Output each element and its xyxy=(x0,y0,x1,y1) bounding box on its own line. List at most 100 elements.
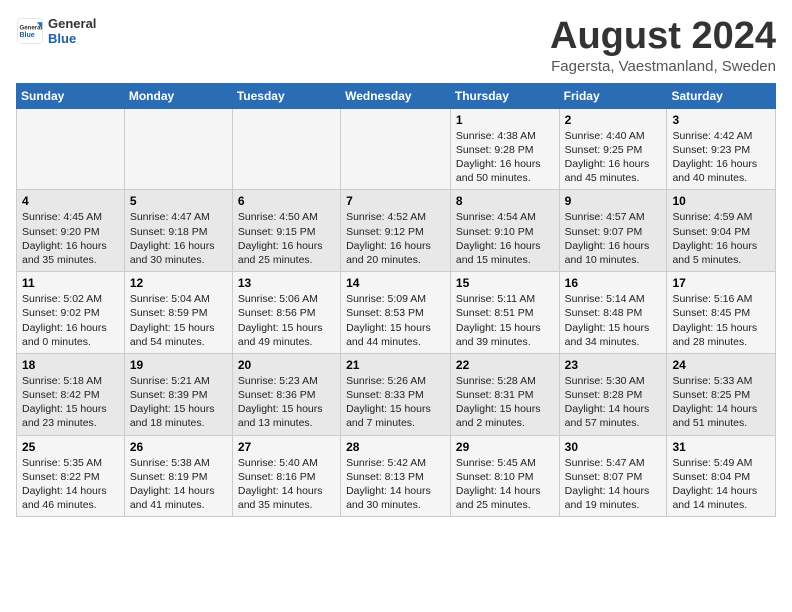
day-cell: 3 Sunrise: 4:42 AM Sunset: 9:23 PM Daylig… xyxy=(667,108,776,190)
day-number: 16 xyxy=(565,276,662,290)
day-cell: 10 Sunrise: 4:59 AM Sunset: 9:04 PM Dayli… xyxy=(667,190,776,272)
day-cell: 20 Sunrise: 5:23 AM Sunset: 8:36 PM Dayli… xyxy=(232,353,340,435)
day-cell: 28 Sunrise: 5:42 AM Sunset: 8:13 PM Dayli… xyxy=(341,435,451,517)
day-info: Sunrise: 5:18 AM Sunset: 8:42 PM Dayligh… xyxy=(22,374,119,431)
day-cell xyxy=(124,108,232,190)
weekday-header-thursday: Thursday xyxy=(450,83,559,108)
day-number: 10 xyxy=(672,194,770,208)
weekday-header-row: SundayMondayTuesdayWednesdayThursdayFrid… xyxy=(17,83,776,108)
day-cell: 18Sunrise: 5:18 AM Sunset: 8:42 PM Dayli… xyxy=(17,353,125,435)
day-cell: 5 Sunrise: 4:47 AM Sunset: 9:18 PM Daylig… xyxy=(124,190,232,272)
day-number: 23 xyxy=(565,358,662,372)
day-number: 14 xyxy=(346,276,445,290)
day-number: 17 xyxy=(672,276,770,290)
day-info: Sunrise: 5:09 AM Sunset: 8:53 PM Dayligh… xyxy=(346,292,445,349)
generalblue-logo-icon: General Blue xyxy=(16,17,44,45)
weekday-header-wednesday: Wednesday xyxy=(341,83,451,108)
day-info: Sunrise: 5:14 AM Sunset: 8:48 PM Dayligh… xyxy=(565,292,662,349)
day-info: Sunrise: 5:23 AM Sunset: 8:36 PM Dayligh… xyxy=(238,374,335,431)
day-cell xyxy=(17,108,125,190)
day-cell: 2Sunrise: 4:40 AM Sunset: 9:25 PM Daylig… xyxy=(559,108,667,190)
day-number: 12 xyxy=(130,276,227,290)
day-number: 4 xyxy=(22,194,119,208)
day-info: Sunrise: 4:47 AM Sunset: 9:18 PM Dayligh… xyxy=(130,210,227,267)
calendar-title: August 2024 xyxy=(550,16,776,58)
day-cell: 7Sunrise: 4:52 AM Sunset: 9:12 PM Daylig… xyxy=(341,190,451,272)
day-number: 26 xyxy=(130,440,227,454)
day-number: 6 xyxy=(238,194,335,208)
day-number: 7 xyxy=(346,194,445,208)
day-cell: 22 Sunrise: 5:28 AM Sunset: 8:31 PM Dayli… xyxy=(450,353,559,435)
day-number: 15 xyxy=(456,276,554,290)
day-number: 11 xyxy=(22,276,119,290)
day-info: Sunrise: 4:50 AM Sunset: 9:15 PM Dayligh… xyxy=(238,210,335,267)
day-number: 28 xyxy=(346,440,445,454)
day-number: 19 xyxy=(130,358,227,372)
day-cell: 1Sunrise: 4:38 AM Sunset: 9:28 PM Daylig… xyxy=(450,108,559,190)
day-cell: 16 Sunrise: 5:14 AM Sunset: 8:48 PM Dayli… xyxy=(559,272,667,354)
day-cell: 17 Sunrise: 5:16 AM Sunset: 8:45 PM Dayli… xyxy=(667,272,776,354)
svg-text:General: General xyxy=(20,24,43,31)
weekday-header-monday: Monday xyxy=(124,83,232,108)
day-number: 31 xyxy=(672,440,770,454)
day-info: Sunrise: 5:49 AM Sunset: 8:04 PM Dayligh… xyxy=(672,456,770,513)
day-info: Sunrise: 5:30 AM Sunset: 8:28 PM Dayligh… xyxy=(565,374,662,431)
day-number: 27 xyxy=(238,440,335,454)
day-cell: 29 Sunrise: 5:45 AM Sunset: 8:10 PM Dayli… xyxy=(450,435,559,517)
week-row-3: 11 Sunrise: 5:02 AM Sunset: 9:02 PM Dayli… xyxy=(17,272,776,354)
day-number: 30 xyxy=(565,440,662,454)
day-info: Sunrise: 5:02 AM Sunset: 9:02 PM Dayligh… xyxy=(22,292,119,349)
weekday-header-saturday: Saturday xyxy=(667,83,776,108)
day-cell: 4Sunrise: 4:45 AM Sunset: 9:20 PM Daylig… xyxy=(17,190,125,272)
day-info: Sunrise: 5:47 AM Sunset: 8:07 PM Dayligh… xyxy=(565,456,662,513)
day-info: Sunrise: 4:57 AM Sunset: 9:07 PM Dayligh… xyxy=(565,210,662,267)
day-info: Sunrise: 5:45 AM Sunset: 8:10 PM Dayligh… xyxy=(456,456,554,513)
day-cell: 24 Sunrise: 5:33 AM Sunset: 8:25 PM Dayli… xyxy=(667,353,776,435)
header: General Blue General Blue August 2024 Fa… xyxy=(16,16,776,75)
day-cell: 25 Sunrise: 5:35 AM Sunset: 8:22 PM Dayli… xyxy=(17,435,125,517)
title-area: August 2024 Fagersta, Vaestmanland, Swed… xyxy=(550,16,776,75)
day-number: 13 xyxy=(238,276,335,290)
day-number: 20 xyxy=(238,358,335,372)
day-number: 24 xyxy=(672,358,770,372)
day-cell: 23 Sunrise: 5:30 AM Sunset: 8:28 PM Dayli… xyxy=(559,353,667,435)
day-cell: 31 Sunrise: 5:49 AM Sunset: 8:04 PM Dayli… xyxy=(667,435,776,517)
day-number: 3 xyxy=(672,113,770,127)
weekday-header-sunday: Sunday xyxy=(17,83,125,108)
week-row-5: 25 Sunrise: 5:35 AM Sunset: 8:22 PM Dayli… xyxy=(17,435,776,517)
day-info: Sunrise: 5:06 AM Sunset: 8:56 PM Dayligh… xyxy=(238,292,335,349)
day-number: 1 xyxy=(456,113,554,127)
day-info: Sunrise: 5:35 AM Sunset: 8:22 PM Dayligh… xyxy=(22,456,119,513)
day-number: 8 xyxy=(456,194,554,208)
day-cell: 15Sunrise: 5:11 AM Sunset: 8:51 PM Dayli… xyxy=(450,272,559,354)
day-cell: 9Sunrise: 4:57 AM Sunset: 9:07 PM Daylig… xyxy=(559,190,667,272)
day-cell xyxy=(232,108,340,190)
calendar-subtitle: Fagersta, Vaestmanland, Sweden xyxy=(550,58,776,75)
day-cell: 13 Sunrise: 5:06 AM Sunset: 8:56 PM Dayli… xyxy=(232,272,340,354)
day-number: 22 xyxy=(456,358,554,372)
day-info: Sunrise: 5:42 AM Sunset: 8:13 PM Dayligh… xyxy=(346,456,445,513)
day-cell: 11 Sunrise: 5:02 AM Sunset: 9:02 PM Dayli… xyxy=(17,272,125,354)
week-row-1: 1Sunrise: 4:38 AM Sunset: 9:28 PM Daylig… xyxy=(17,108,776,190)
day-cell xyxy=(341,108,451,190)
day-info: Sunrise: 4:40 AM Sunset: 9:25 PM Dayligh… xyxy=(565,129,662,186)
logo-text: General Blue xyxy=(48,16,96,46)
weekday-header-friday: Friday xyxy=(559,83,667,108)
day-info: Sunrise: 4:42 AM Sunset: 9:23 PM Dayligh… xyxy=(672,129,770,186)
day-number: 5 xyxy=(130,194,227,208)
logo: General Blue General Blue xyxy=(16,16,96,46)
day-cell: 26Sunrise: 5:38 AM Sunset: 8:19 PM Dayli… xyxy=(124,435,232,517)
day-cell: 8Sunrise: 4:54 AM Sunset: 9:10 PM Daylig… xyxy=(450,190,559,272)
day-number: 25 xyxy=(22,440,119,454)
day-number: 29 xyxy=(456,440,554,454)
day-info: Sunrise: 4:59 AM Sunset: 9:04 PM Dayligh… xyxy=(672,210,770,267)
day-cell: 27Sunrise: 5:40 AM Sunset: 8:16 PM Dayli… xyxy=(232,435,340,517)
week-row-4: 18Sunrise: 5:18 AM Sunset: 8:42 PM Dayli… xyxy=(17,353,776,435)
day-cell: 21Sunrise: 5:26 AM Sunset: 8:33 PM Dayli… xyxy=(341,353,451,435)
day-cell: 14 Sunrise: 5:09 AM Sunset: 8:53 PM Dayli… xyxy=(341,272,451,354)
day-info: Sunrise: 5:33 AM Sunset: 8:25 PM Dayligh… xyxy=(672,374,770,431)
day-info: Sunrise: 5:21 AM Sunset: 8:39 PM Dayligh… xyxy=(130,374,227,431)
day-info: Sunrise: 5:28 AM Sunset: 8:31 PM Dayligh… xyxy=(456,374,554,431)
day-cell: 30 Sunrise: 5:47 AM Sunset: 8:07 PM Dayli… xyxy=(559,435,667,517)
day-info: Sunrise: 5:16 AM Sunset: 8:45 PM Dayligh… xyxy=(672,292,770,349)
